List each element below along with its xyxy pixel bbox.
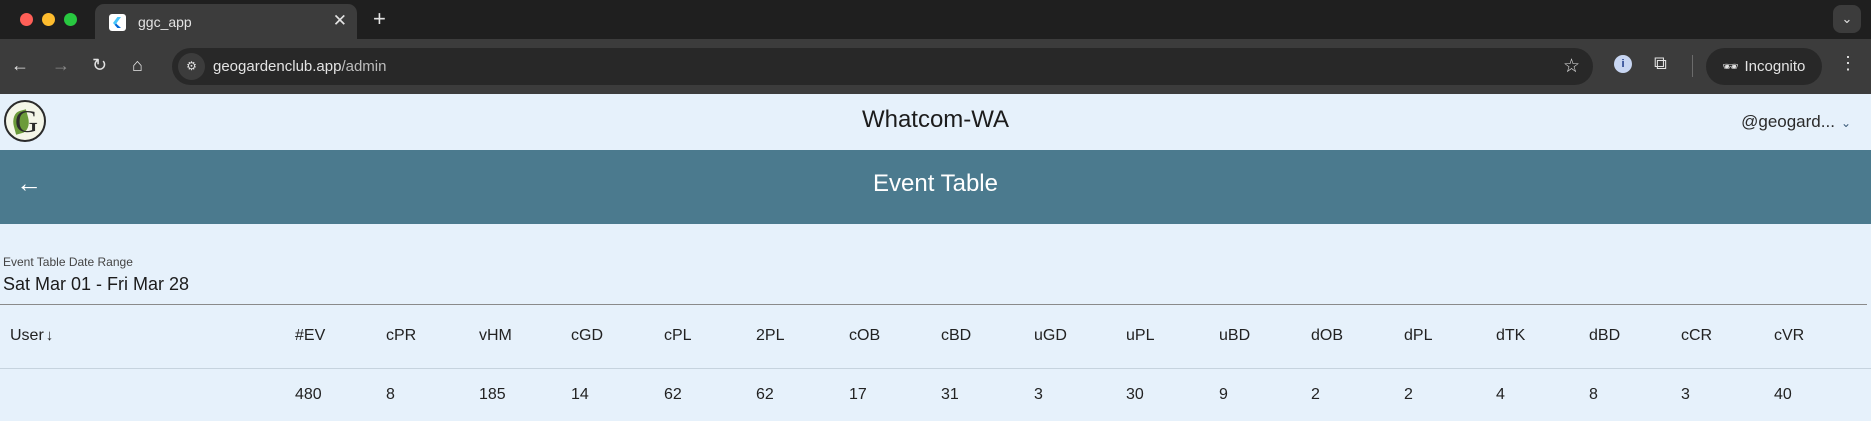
column-header[interactable]: uGD (1034, 327, 1067, 345)
table-header-row: User ↓ #EV cPR vHM cGD cPL 2PL cOB cBD uG… (0, 306, 1871, 368)
column-header[interactable]: cPR (386, 327, 416, 345)
address-bar[interactable]: ⚙ geogardenclub.app/admin ☆ (172, 48, 1593, 85)
tab-close-icon[interactable]: ✕ (333, 11, 347, 31)
url-domain: geogardenclub.app (213, 58, 342, 75)
column-header[interactable]: #EV (295, 327, 325, 345)
app-bar: G Whatcom-WA @geogard... ⌄ (0, 94, 1871, 150)
forward-icon[interactable]: → (52, 55, 70, 76)
table-cell: 2 (1404, 386, 1413, 403)
user-menu[interactable]: @geogard... ⌄ (1741, 112, 1851, 132)
table-cell: 14 (571, 386, 589, 403)
column-header[interactable]: uBD (1219, 327, 1250, 345)
table-cell: 31 (941, 386, 959, 403)
table-cell: 3 (1034, 386, 1043, 403)
page-title: Event Table (873, 170, 998, 197)
column-header[interactable]: dBD (1589, 327, 1620, 345)
toolbar-separator (1692, 55, 1693, 77)
column-header[interactable]: cPL (664, 327, 692, 345)
incognito-icon: 🕶 (1722, 59, 1739, 74)
extensions-puzzle-icon[interactable]: ⧉ (1654, 53, 1667, 74)
flutter-favicon-icon (109, 14, 126, 31)
column-header[interactable]: 2PL (756, 327, 784, 345)
table-cell: 3 (1681, 386, 1690, 403)
date-range-field[interactable]: Sat Mar 01 - Fri Mar 28 (3, 274, 189, 295)
table-cell: 62 (756, 386, 774, 403)
column-header[interactable]: dPL (1404, 327, 1432, 345)
column-header[interactable]: cGD (571, 327, 603, 345)
column-header[interactable]: dOB (1311, 327, 1343, 345)
tab-title: ggc_app (138, 14, 192, 30)
column-header[interactable]: cOB (849, 327, 880, 345)
window-maximize-button[interactable] (64, 13, 77, 26)
browser-toolbar: ← → ↻ ⌂ ⚙ geogardenclub.app/admin ☆ i ⧉ … (0, 39, 1871, 94)
chevron-down-icon: ⌄ (1840, 116, 1851, 130)
url-text[interactable]: geogardenclub.app/admin (213, 58, 386, 75)
reload-icon[interactable]: ↻ (92, 55, 107, 76)
window-close-button[interactable] (20, 13, 33, 26)
new-tab-icon[interactable]: + (373, 6, 386, 32)
date-range-underline (0, 304, 1867, 305)
extension-icon[interactable]: i (1614, 55, 1632, 73)
incognito-label: Incognito (1744, 58, 1806, 75)
url-path: /admin (341, 58, 387, 75)
column-header[interactable]: cVR (1774, 327, 1804, 345)
site-settings-icon[interactable]: ⚙ (178, 53, 205, 80)
table-cell: 4 (1496, 386, 1505, 403)
sort-down-arrow-icon: ↓ (45, 327, 54, 344)
window-minimize-button[interactable] (42, 13, 55, 26)
bookmark-star-icon[interactable]: ☆ (1563, 55, 1580, 78)
user-name: @geogard... (1741, 112, 1835, 131)
tab-search-chevron-icon[interactable]: ⌄ (1833, 5, 1861, 33)
browser-tab[interactable]: ggc_app ✕ (95, 4, 357, 39)
column-header[interactable]: dTK (1496, 327, 1525, 345)
more-menu-icon[interactable]: ⋮ (1839, 53, 1857, 74)
table-cell: 480 (295, 386, 322, 403)
table-cell: 17 (849, 386, 867, 403)
home-icon[interactable]: ⌂ (132, 55, 143, 76)
column-header[interactable]: cBD (941, 327, 971, 345)
table-cell: 185 (479, 386, 506, 403)
table-cell: 62 (664, 386, 682, 403)
column-header-label: User (10, 327, 44, 344)
date-range-label: Event Table Date Range (3, 255, 133, 269)
column-header[interactable]: vHM (479, 327, 512, 345)
table-cell: 8 (386, 386, 395, 403)
table-cell: 30 (1126, 386, 1144, 403)
column-header-user[interactable]: User ↓ (10, 327, 53, 345)
browser-tab-bar: ggc_app ✕ + ⌄ (0, 0, 1871, 39)
table-cell: 8 (1589, 386, 1598, 403)
column-header[interactable]: cCR (1681, 327, 1712, 345)
page-header: ← Event Table (0, 150, 1871, 224)
table-row: 480 8 185 14 62 62 17 31 3 30 9 2 2 4 8 … (0, 369, 1871, 421)
table-cell: 9 (1219, 386, 1228, 403)
incognito-button[interactable]: 🕶 Incognito (1706, 48, 1822, 85)
region-title: Whatcom-WA (861, 106, 1010, 133)
back-icon[interactable]: ← (11, 55, 29, 76)
column-header[interactable]: uPL (1126, 327, 1154, 345)
table-cell: 40 (1774, 386, 1792, 403)
table-cell: 2 (1311, 386, 1320, 403)
